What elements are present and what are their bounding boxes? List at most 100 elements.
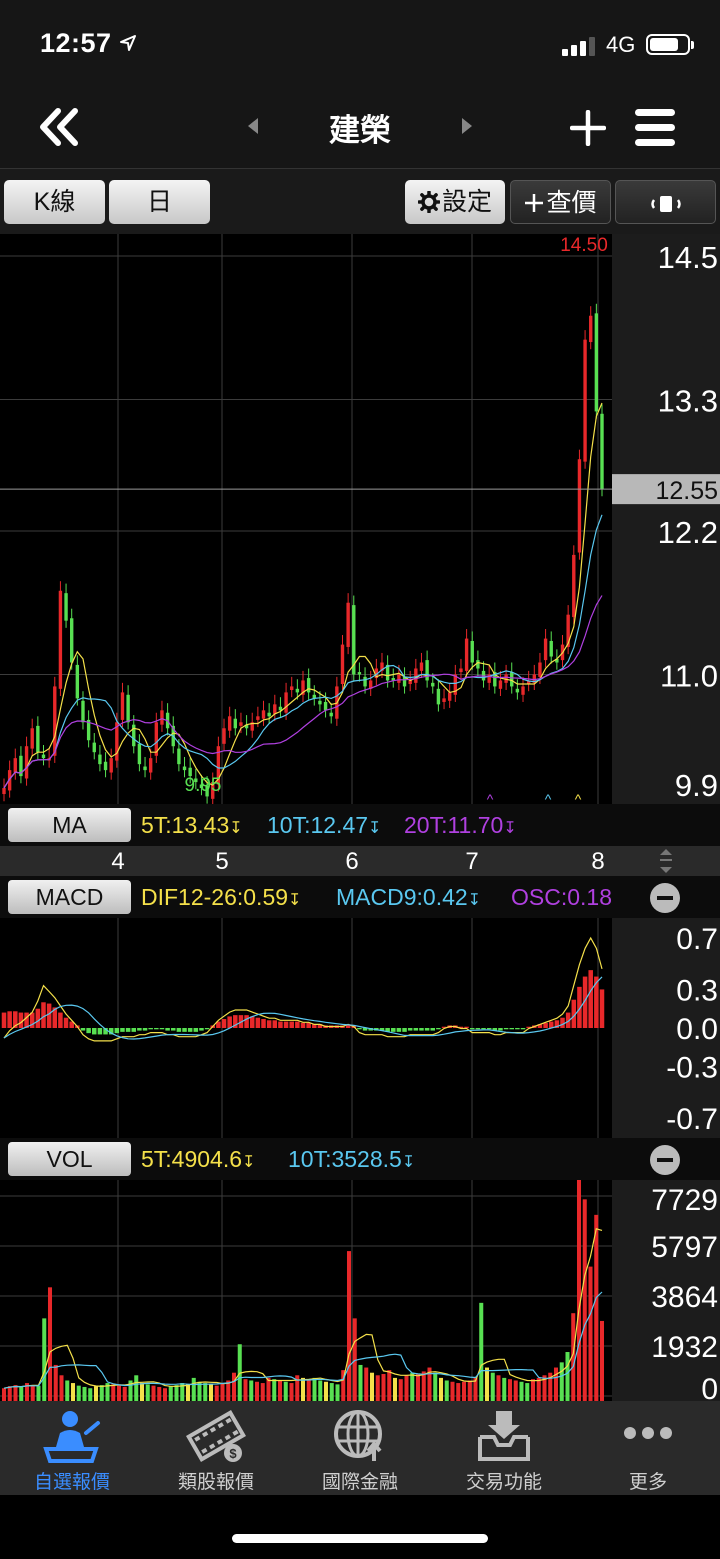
kline-button[interactable]: K線 [4,180,105,224]
osc-bar [419,1028,424,1031]
volume-bar [116,1385,122,1401]
volume-bar [214,1385,219,1401]
candle-body [143,766,147,771]
network-type: 4G [606,32,636,57]
prev-stock-arrow-icon[interactable] [246,117,260,135]
candle-body [346,602,350,647]
macd9-text: MACD9:0.42 [336,884,468,910]
period-day-button[interactable]: 日 [109,180,210,224]
volume-bar [168,1386,173,1401]
vol-indicator-bar: VOL 5T:4904.6↧ 10T:3528.5↧ [0,1138,720,1180]
price-candlestick-chart[interactable]: 14.5 13.3 12.2 11.0 9.9 12.55 14.50 9.95 ^ ^ ^ [0,234,720,804]
osc-bar [92,1028,97,1035]
candle-body [442,698,446,702]
macd-axis-label: -0.7 [666,1103,718,1136]
svg-text:$: $ [229,1446,237,1461]
rotate-icon [650,196,681,212]
osc-bar [244,1015,249,1028]
add-icon[interactable] [570,110,606,146]
volume-bar [582,1199,587,1401]
candle-body [261,710,266,719]
rotate-screen-button[interactable] [615,180,716,224]
volume-bar [496,1375,501,1401]
osc-bar [41,1002,46,1028]
volume-bar [99,1385,104,1401]
candle-body [222,728,226,744]
next-stock-arrow-icon[interactable] [460,117,474,135]
volume-bar [467,1380,472,1401]
osc-bar [278,1021,283,1028]
vol-indicator-button[interactable]: VOL [8,1142,131,1176]
macd-dif-text: DIF12-26:0.59 [141,884,289,910]
menu-icon[interactable] [634,108,676,148]
volume-bar [59,1375,64,1401]
ma-cross-marker: ^ [575,791,582,804]
volume-bar [444,1380,449,1401]
date-axis-label: 8 [591,848,604,875]
volume-bar [594,1214,599,1401]
volume-bar [272,1379,277,1401]
candle-body [340,644,345,685]
osc-bar [396,1028,402,1032]
volume-bar [289,1383,294,1401]
quote-button[interactable]: 查價 [510,180,611,224]
volume-bar [7,1386,12,1401]
osc-bar [148,1028,153,1030]
ma5-value: 5T:13.43↧ [141,812,243,838]
stock-title: 建榮 [329,113,391,148]
candle-body [64,593,68,621]
volume-bar [456,1383,461,1401]
volume-bar [525,1383,530,1401]
ma-indicator-button[interactable]: MA [8,808,131,842]
tab-international-finance[interactable]: 國際金融 [288,1401,432,1495]
osc-bar [204,1028,210,1030]
back-double-chevron-icon[interactable] [38,108,80,146]
osc-bar [137,1028,142,1031]
osc-bar [509,1028,514,1030]
collapse-macd-icon[interactable] [650,883,680,913]
vol-axis-label: 5797 [651,1231,718,1264]
volume-bar [145,1384,150,1401]
volume-bar [559,1362,564,1401]
home-area [0,1495,720,1559]
volume-bar [588,1266,593,1401]
osc-bar [199,1028,204,1031]
volume-bar [450,1381,455,1401]
tab-trading-functions[interactable]: 交易功能 [432,1401,576,1495]
osc-bar [249,1016,255,1028]
date-axis-label: 5 [215,848,228,875]
candle-body [13,758,17,773]
osc-bar [165,1028,170,1031]
candle-body [24,746,29,779]
period-button-label: 日 [146,188,172,216]
home-indicator[interactable] [232,1534,488,1543]
osc-bar [289,1021,294,1028]
candle-body [498,680,503,689]
volume-bar [203,1383,208,1401]
collapse-vol-icon[interactable] [650,1145,680,1175]
tab-watchlist-quotes[interactable]: 自選報價 [0,1401,144,1495]
date-axis-background [0,846,720,876]
osc-bar [227,1016,232,1028]
ma10-value: 10T:12.47↧ [267,812,382,838]
candle-body [549,640,553,657]
tab-more[interactable]: 更多 [576,1401,720,1495]
macd-indicator-button[interactable]: MACD [8,880,131,914]
candle-body [414,668,418,683]
tab-sector-quotes[interactable]: $ 類股報價 [144,1401,288,1495]
volume-bar [70,1383,76,1401]
volume-bar [266,1377,271,1401]
osc-bar [436,1028,441,1030]
candle-body [538,662,542,677]
settings-button[interactable]: 設定 [405,180,505,224]
macd-chart[interactable]: 0.7 0.3 0.0 -0.3 -0.7 [0,918,720,1138]
volume-bar [513,1380,518,1401]
volume-bar [530,1379,536,1401]
volume-bar [13,1385,18,1401]
volume-chart[interactable]: 7729 5797 3864 1932 0 [0,1180,720,1401]
macd-axis-label: 0.0 [676,1013,718,1046]
candle-body [58,590,63,689]
volume-bar [111,1384,116,1401]
osc-bar [520,1028,526,1030]
candle-body [464,638,469,671]
